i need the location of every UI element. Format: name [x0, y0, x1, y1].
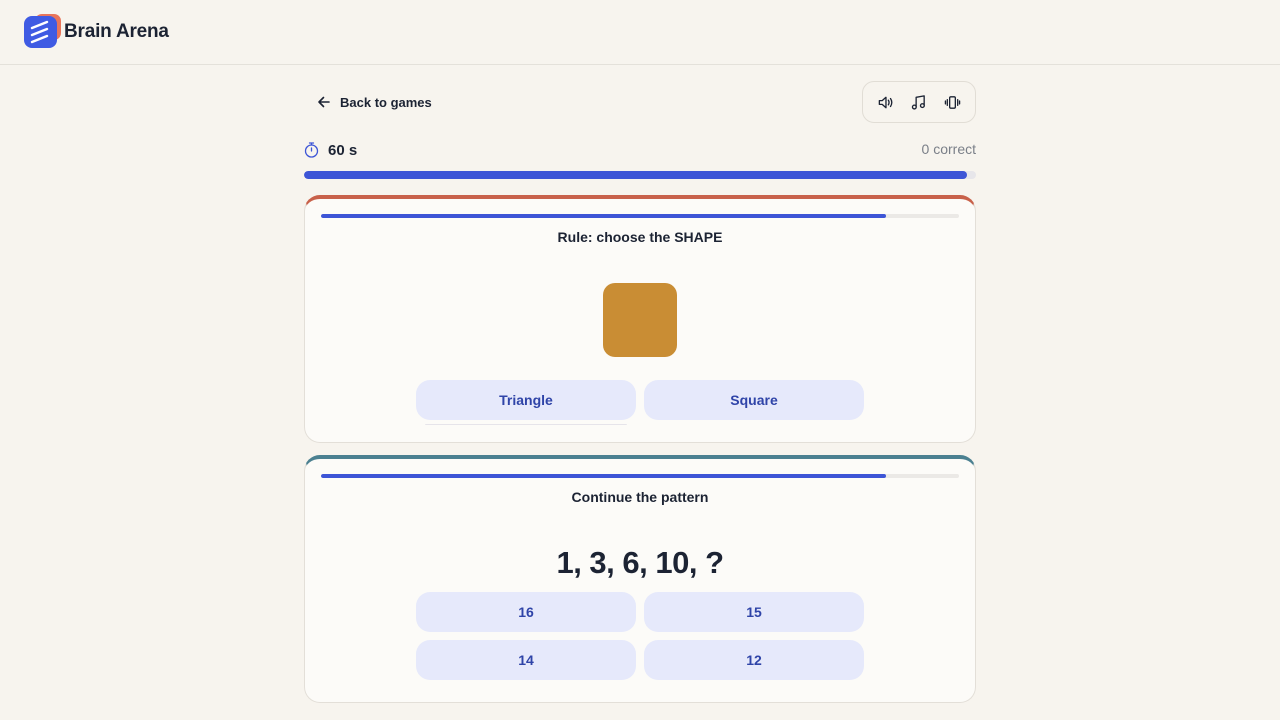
sound-icon — [878, 96, 893, 108]
answer-button-16[interactable]: 16 — [416, 592, 636, 632]
time-left: 60 s — [328, 141, 358, 159]
round-progress-bar — [321, 474, 959, 478]
music-icon — [912, 94, 926, 110]
vibration-toggle-button[interactable] — [939, 89, 965, 115]
back-to-games-link[interactable]: Back to games — [316, 92, 432, 112]
sound-toggle-button[interactable] — [873, 89, 899, 115]
round-progress-fill — [321, 474, 886, 478]
answer-button-square[interactable]: Square — [644, 380, 864, 420]
round-progress-bar — [321, 214, 959, 218]
music-toggle-button[interactable] — [906, 89, 932, 115]
rule-title: Rule: choose the SHAPE — [557, 229, 723, 245]
clipped-answer-edge — [425, 424, 627, 426]
pattern-card: Continue the pattern 1, 3, 6, 10, ? 16 1… — [304, 455, 976, 703]
time-progress-bar — [304, 171, 976, 179]
rule-card: Rule: choose the SHAPE Triangle Square — [304, 195, 976, 443]
stimulus-square-shape — [603, 283, 677, 357]
brain-arena-logo-icon[interactable] — [24, 14, 61, 48]
arrow-left-icon — [318, 96, 330, 108]
number-sequence: 1, 3, 6, 10, ? — [556, 545, 724, 580]
answer-button-triangle[interactable]: Triangle — [416, 380, 636, 420]
timer: 60 s — [304, 140, 357, 160]
vibration-icon — [944, 95, 961, 109]
top-bar: Brain Arena — [0, 0, 1280, 65]
stopwatch-icon — [304, 142, 319, 158]
back-link-label: Back to games — [340, 94, 432, 110]
time-progress-fill — [304, 171, 968, 179]
score-counter: 0 correct — [921, 141, 976, 157]
answer-button-14[interactable]: 14 — [416, 640, 636, 680]
answer-button-12[interactable]: 12 — [644, 640, 864, 680]
app-name: Brain Arena — [64, 21, 169, 42]
pattern-title: Continue the pattern — [571, 489, 709, 505]
audio-controls — [862, 81, 976, 123]
answer-button-15[interactable]: 15 — [644, 592, 864, 632]
round-progress-fill — [321, 214, 886, 218]
